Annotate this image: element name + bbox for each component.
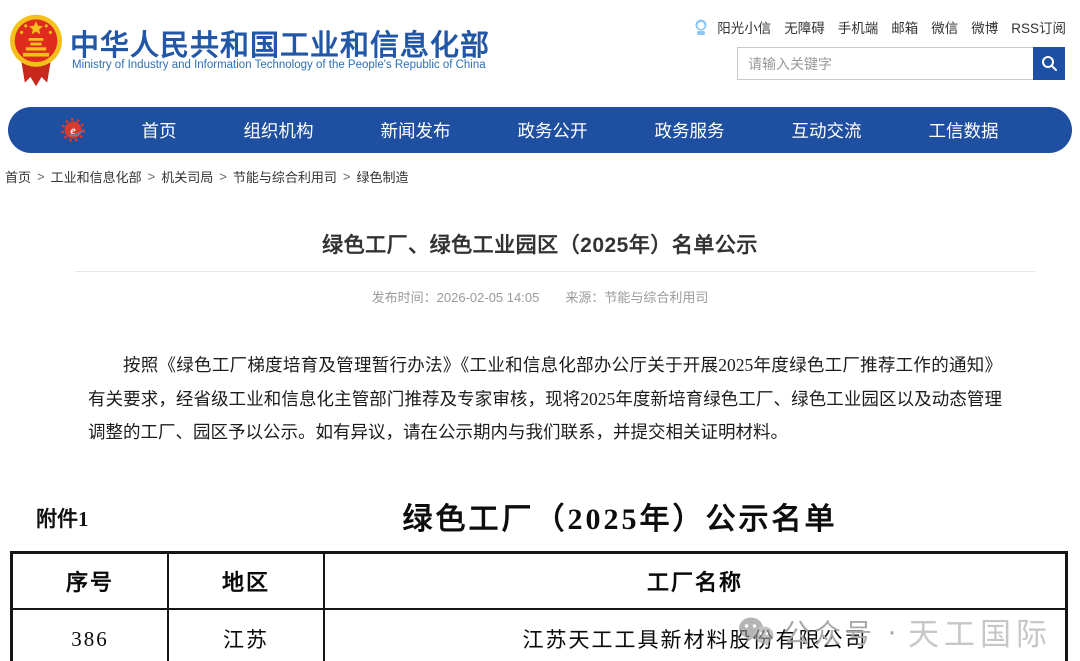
attachment-title: 绿色工厂（2025年）公示名单	[80, 494, 1080, 538]
site-subtitle: Ministry of Industry and Information Tec…	[72, 59, 486, 71]
green-factory-table: 序号 地区 工厂名称 386 江苏 江苏天工工具新材料股份有限公司	[10, 551, 1068, 661]
quick-link-sunshine[interactable]: 阳光小信	[717, 17, 771, 37]
breadcrumb-separator: >	[148, 169, 156, 184]
header-factory-name: 工厂名称	[324, 553, 1067, 610]
quick-link-weibo[interactable]: 微博	[971, 17, 998, 37]
title-divider	[75, 271, 1035, 272]
nav-item-gov-services[interactable]: 政务服务	[655, 118, 725, 143]
breadcrumb-separator: >	[219, 169, 227, 184]
page: 中华人民共和国工业和信息化部 Ministry of Industry and …	[0, 0, 1080, 661]
nav-item-news[interactable]: 新闻发布	[381, 118, 451, 143]
table-row: 386 江苏 江苏天工工具新材料股份有限公司	[12, 609, 1067, 661]
nav-item-data[interactable]: 工信数据	[929, 118, 999, 143]
nav-item-organization[interactable]: 组织机构	[244, 118, 314, 143]
search-icon	[1041, 55, 1058, 72]
breadcrumb-separator: >	[37, 169, 45, 184]
quick-link-mobile[interactable]: 手机端	[838, 17, 879, 37]
quick-link-wechat[interactable]: 微信	[931, 17, 958, 37]
nav-items: 首页 组织机构 新闻发布 政务公开 政务服务 互动交流 工信数据	[108, 118, 1032, 143]
breadcrumb-energy-dept[interactable]: 节能与综合利用司	[233, 167, 337, 186]
breadcrumb-home[interactable]: 首页	[5, 167, 31, 186]
publish-time-label: 发布时间：	[372, 290, 437, 305]
site-search	[737, 47, 1065, 80]
source-label: 来源：	[565, 290, 604, 305]
breadcrumb-departments[interactable]: 机关司局	[161, 167, 213, 186]
site-title: 中华人民共和国工业和信息化部	[70, 22, 490, 64]
site-header: 中华人民共和国工业和信息化部 Ministry of Industry and …	[0, 0, 1080, 100]
nav-item-gov-disclosure[interactable]: 政务公开	[518, 118, 588, 143]
article-paragraph: 按照《绿色工厂梯度培育及管理暂行办法》《工业和信息化部办公厅关于开展2025年度…	[88, 349, 1002, 450]
article-meta: 发布时间：2026-02-05 14:05 来源：节能与综合利用司	[0, 287, 1080, 306]
quick-link-mail[interactable]: 邮箱	[891, 17, 918, 37]
quick-links: 阳光小信 无障碍 手机端 邮箱 微信 微博 RSS订阅	[694, 17, 1066, 37]
source: 节能与综合利用司	[604, 290, 708, 305]
search-input[interactable]	[737, 47, 1033, 80]
publish-time: 2026-02-05 14:05	[437, 290, 540, 305]
svg-text:e: e	[70, 123, 76, 137]
cell-factory-name: 江苏天工工具新材料股份有限公司	[324, 609, 1067, 661]
header-seq: 序号	[12, 553, 169, 610]
article-title: 绿色工厂、绿色工业园区（2025年）名单公示	[0, 229, 1080, 259]
quick-link-accessibility[interactable]: 无障碍	[784, 17, 825, 37]
search-button[interactable]	[1033, 47, 1065, 80]
quick-link-rss[interactable]: RSS订阅	[1011, 17, 1066, 37]
table-header-row: 序号 地区 工厂名称	[12, 553, 1067, 610]
breadcrumb-separator: >	[343, 169, 351, 184]
sunshine-mascot-icon	[694, 19, 708, 36]
breadcrumb-miit[interactable]: 工业和信息化部	[51, 167, 142, 186]
cell-seq: 386	[12, 609, 169, 661]
national-emblem-icon	[8, 12, 64, 90]
miit-logo-icon: e	[60, 116, 88, 144]
header-region: 地区	[168, 553, 324, 610]
nav-item-home[interactable]: 首页	[142, 118, 177, 143]
main-nav: e 首页 组织机构 新闻发布 政务公开 政务服务 互动交流 工信数据	[8, 107, 1072, 153]
nav-item-interaction[interactable]: 互动交流	[792, 118, 862, 143]
cell-region: 江苏	[168, 609, 324, 661]
breadcrumb: 首页 > 工业和信息化部 > 机关司局 > 节能与综合利用司 > 绿色制造	[5, 167, 408, 186]
breadcrumb-green-manufacturing[interactable]: 绿色制造	[356, 167, 408, 186]
